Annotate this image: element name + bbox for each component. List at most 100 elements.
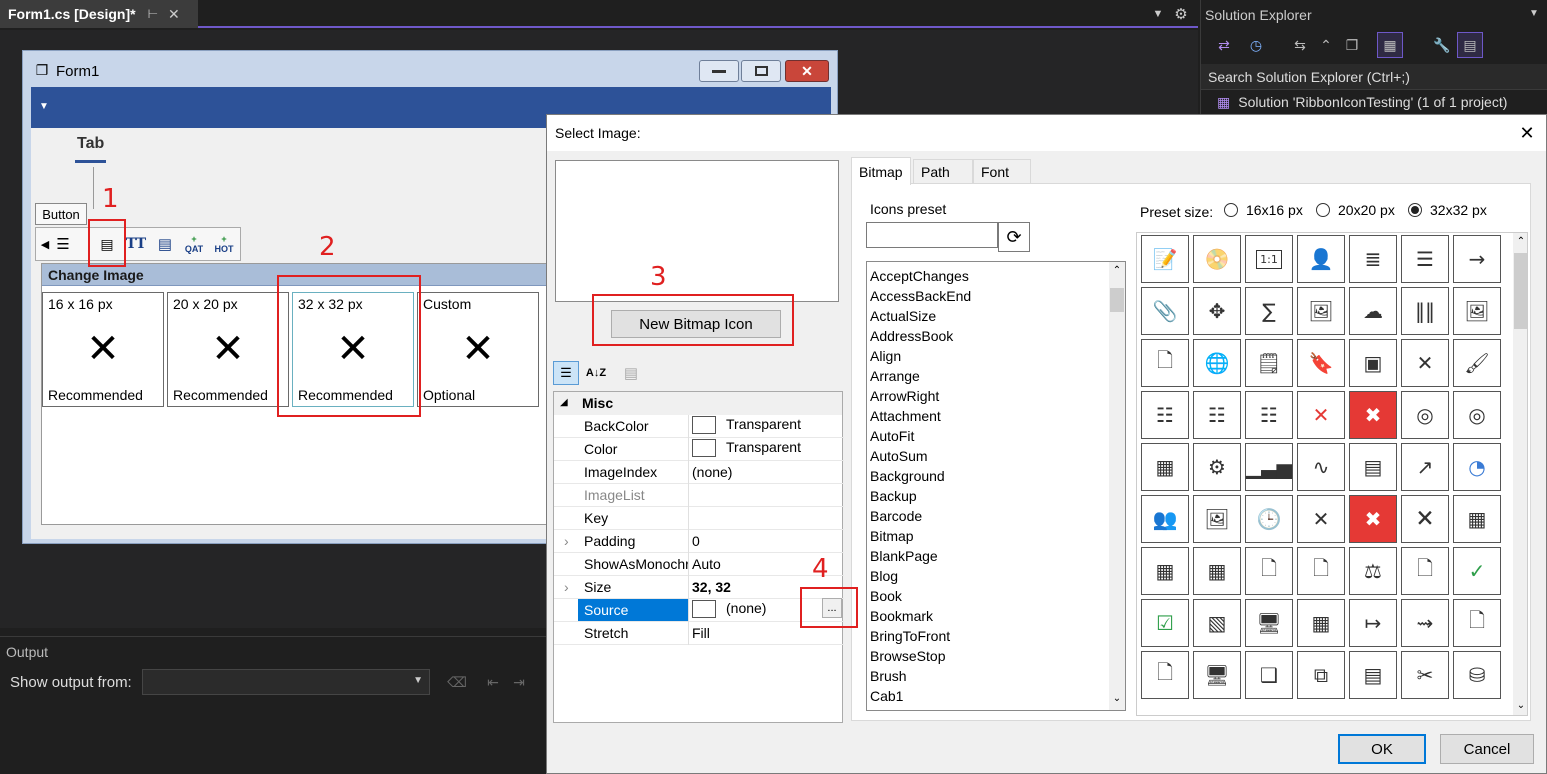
icon-list-item[interactable]: AcceptChanges	[867, 266, 1107, 286]
preset-icon-cell[interactable]: 👤	[1297, 235, 1345, 283]
expand-chevron-icon[interactable]: ›	[564, 533, 569, 549]
property-row-showasmonochrome[interactable]: ShowAsMonochromeAuto	[554, 553, 844, 576]
text-format-icon[interactable]: TT	[124, 234, 148, 254]
icon-list-item[interactable]: Brush	[867, 666, 1107, 686]
preset-icon-cell[interactable]: 🕒	[1245, 495, 1293, 543]
preset-icon-cell[interactable]: 🗋	[1401, 547, 1449, 595]
preset-icon-cell[interactable]: 🗒	[1245, 339, 1293, 387]
preset-icon-cell[interactable]: ☷	[1245, 391, 1293, 439]
settings-gear-icon[interactable]: ⚙	[1172, 5, 1190, 23]
preset-icon-cell[interactable]: ✓	[1453, 547, 1501, 595]
preset-icon-cell[interactable]: 🖥	[1245, 599, 1293, 647]
properties-wrench-icon[interactable]: 🔧	[1431, 34, 1453, 56]
preset-size-16-radio[interactable]: 16x16 px	[1224, 202, 1303, 218]
maximize-button[interactable]	[741, 60, 781, 82]
gallery-item-16[interactable]: 16 x 16 px ✕ Recommended	[42, 292, 164, 407]
preset-icon-cell[interactable]: ☷	[1141, 391, 1189, 439]
preset-icon-cell[interactable]: ◎	[1401, 391, 1449, 439]
preset-icon-cell[interactable]: ⛁	[1453, 651, 1501, 699]
preset-icon-cell[interactable]: ▦	[1297, 599, 1345, 647]
qat-add-icon[interactable]: + QAT	[180, 232, 208, 256]
preset-icon-cell[interactable]: ☑	[1141, 599, 1189, 647]
list-scroll-thumb[interactable]	[1110, 288, 1124, 312]
close-window-button[interactable]: ✕	[785, 60, 829, 82]
switch-views-icon[interactable]: ⇆	[1289, 34, 1311, 56]
list-style-icon[interactable]: ☰	[52, 234, 74, 254]
solution-node[interactable]: ▦ Solution 'RibbonIconTesting' (1 of 1 pr…	[1217, 94, 1547, 114]
prev-message-icon[interactable]: ⇤	[482, 671, 504, 693]
preset-icon-cell[interactable]: →	[1453, 235, 1501, 283]
solution-search-box[interactable]: Search Solution Explorer (Ctrl+;)	[1201, 64, 1547, 90]
preset-icon-cell[interactable]: ⚙	[1193, 443, 1241, 491]
next-message-icon[interactable]: ⇥	[508, 671, 530, 693]
preset-icon-cell[interactable]: ✥	[1193, 287, 1241, 335]
property-row-padding[interactable]: › Padding 0	[554, 530, 844, 553]
show-all-files-icon[interactable]: ❐	[1341, 34, 1363, 56]
expand-chevron-icon[interactable]: ›	[564, 579, 569, 595]
preset-icon-cell[interactable]: ✕	[1297, 391, 1345, 439]
grid-scroll-thumb[interactable]	[1514, 253, 1527, 329]
icon-list-item[interactable]: Cab1	[867, 686, 1107, 706]
gallery-item-custom[interactable]: Custom ✕ Optional	[417, 292, 539, 407]
property-row-imagelist[interactable]: ImageList	[554, 484, 844, 507]
scroll-down-icon[interactable]: ⌄	[1111, 692, 1123, 704]
collapse-all-icon[interactable]: ⌃	[1315, 34, 1337, 56]
icon-list-item[interactable]: Attachment	[867, 406, 1107, 426]
preset-icon-cell[interactable]: ≣	[1349, 235, 1397, 283]
preset-icon-cell[interactable]: ▦	[1141, 547, 1189, 595]
preset-icon-cell[interactable]: 📎	[1141, 287, 1189, 335]
collapse-left-icon[interactable]: ◀	[39, 236, 51, 252]
scroll-up-icon[interactable]: ⌃	[1111, 264, 1123, 276]
refresh-button[interactable]: ⟳	[998, 222, 1030, 252]
icon-list-item[interactable]: AccessBackEnd	[867, 286, 1107, 306]
icon-list-item[interactable]: ArrowRight	[867, 386, 1107, 406]
tab-bitmap[interactable]: Bitmap	[851, 157, 911, 185]
preset-icon-cell[interactable]: 🗋	[1297, 547, 1345, 595]
grid-scrollbar[interactable]: ⌃ ⌄	[1513, 233, 1527, 715]
tab-font[interactable]: Font	[973, 159, 1031, 185]
property-row-backcolor[interactable]: BackColor Transparent	[554, 415, 844, 438]
preset-icon-cell[interactable]: 👥	[1141, 495, 1189, 543]
preset-icon-cell[interactable]: ▦	[1141, 443, 1189, 491]
sort-alphabetical-icon[interactable]: A↓Z	[583, 361, 609, 385]
grid-scroll-down-icon[interactable]: ⌄	[1515, 699, 1527, 711]
property-row-color[interactable]: Color Transparent	[554, 438, 844, 461]
preset-icon-cell[interactable]: 🗋	[1141, 651, 1189, 699]
clear-output-icon[interactable]: ⌫	[446, 671, 468, 693]
preview-selected-icon[interactable]: ▦	[1377, 32, 1403, 58]
ok-button[interactable]: OK	[1338, 734, 1426, 764]
preset-icon-cell[interactable]: ✕	[1297, 495, 1345, 543]
preset-icon-cell[interactable]: 🖥	[1193, 651, 1241, 699]
grid-scroll-up-icon[interactable]: ⌃	[1515, 235, 1527, 247]
document-tab[interactable]: Form1.cs [Design]* ⊢ ✕	[0, 0, 198, 28]
categorized-icon[interactable]: ☰	[553, 361, 579, 385]
cancel-button[interactable]: Cancel	[1440, 734, 1534, 764]
preset-icon-cell[interactable]: ✂	[1401, 651, 1449, 699]
preset-icon-cell[interactable]: ∿	[1297, 443, 1345, 491]
preset-icon-cell[interactable]: ∑	[1245, 287, 1293, 335]
icon-list-item[interactable]: Bitmap	[867, 526, 1107, 546]
preset-icon-cell[interactable]: 🗙	[1401, 495, 1449, 543]
icon-list-item[interactable]: AddressBook	[867, 326, 1107, 346]
icon-list-item[interactable]: Align	[867, 346, 1107, 366]
qat-customize-icon[interactable]: ▼	[37, 99, 51, 113]
property-row-imageindex[interactable]: ImageIndex (none)	[554, 461, 844, 484]
icon-list-item[interactable]: BrowseStop	[867, 646, 1107, 666]
icon-list-item[interactable]: Barcode	[867, 506, 1107, 526]
sync-icon[interactable]: ⇄	[1213, 34, 1235, 56]
ribbon-tab[interactable]: Tab	[75, 135, 107, 163]
icon-list-item[interactable]: Background	[867, 466, 1107, 486]
preset-icon-cell[interactable]: ▦	[1193, 547, 1241, 595]
preset-icon-cell[interactable]: ✖	[1349, 391, 1397, 439]
property-pages-icon[interactable]: ▤	[619, 361, 643, 385]
preset-size-32-radio[interactable]: 32x32 px	[1408, 202, 1487, 218]
icon-list-item[interactable]: Arrange	[867, 366, 1107, 386]
pending-changes-icon[interactable]: ▤	[1457, 32, 1483, 58]
preset-icon-cell[interactable]: ▧	[1193, 599, 1241, 647]
preset-icon-cell[interactable]: 🖼	[1453, 287, 1501, 335]
preset-icon-cell[interactable]: 🖼	[1297, 287, 1345, 335]
preset-icon-cell[interactable]: 🗋	[1245, 547, 1293, 595]
preset-icon-cell[interactable]: 🖼	[1193, 495, 1241, 543]
preset-icon-cell[interactable]: ◎	[1453, 391, 1501, 439]
preset-icon-cell[interactable]: ▤	[1349, 651, 1397, 699]
